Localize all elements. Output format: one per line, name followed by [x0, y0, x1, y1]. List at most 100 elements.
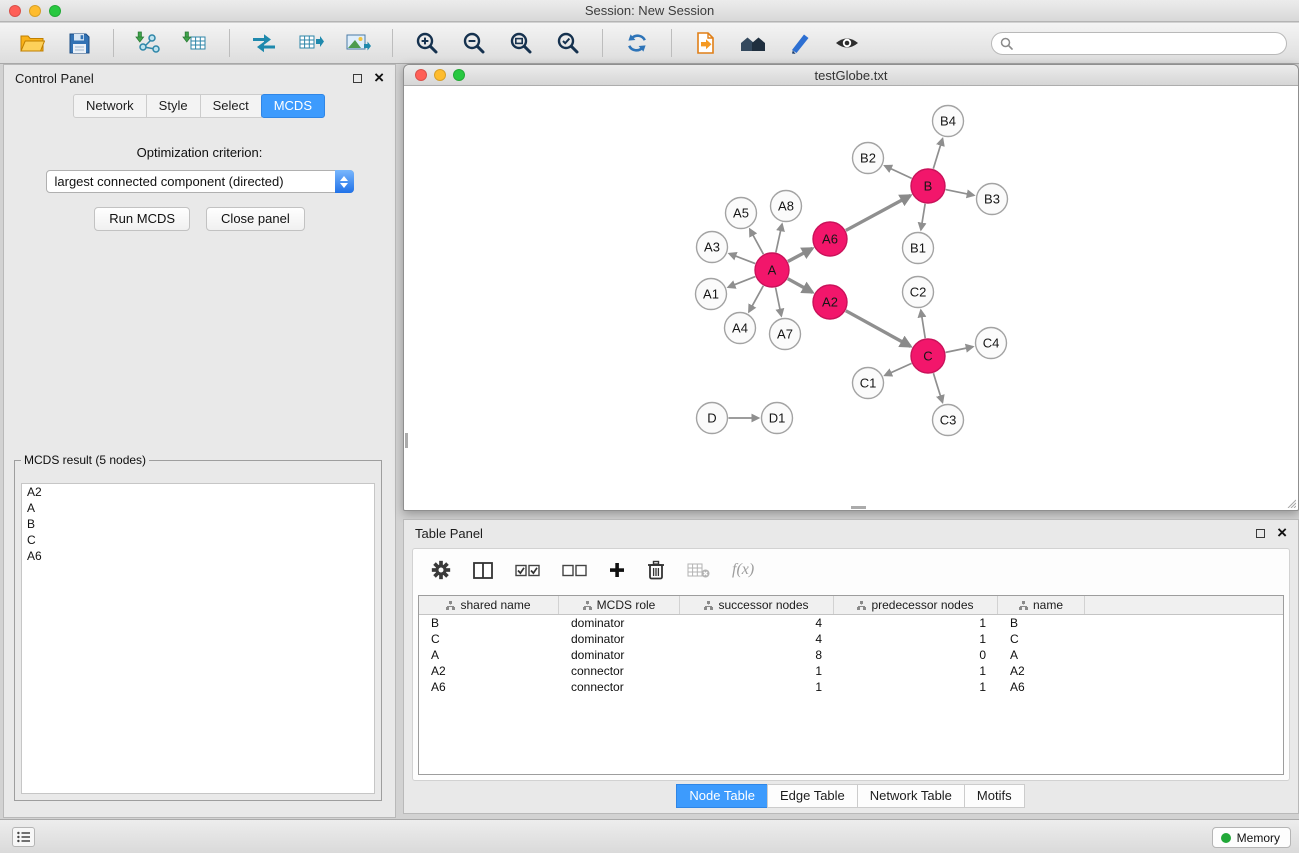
show-details-button[interactable] [827, 27, 867, 59]
table-settings-button[interactable] [431, 560, 451, 580]
table-cell[interactable]: dominator [559, 648, 680, 662]
network-node[interactable]: A3 [697, 232, 728, 263]
network-edge[interactable] [776, 224, 782, 252]
network-edge[interactable] [776, 288, 782, 316]
network-node[interactable]: C2 [903, 277, 934, 308]
table-cell[interactable]: 8 [680, 648, 834, 662]
zoom-selected-button[interactable] [548, 27, 588, 59]
result-item[interactable]: B [22, 516, 374, 532]
close-window-button[interactable] [9, 5, 21, 17]
table-cell[interactable]: 1 [680, 680, 834, 694]
delete-table-button[interactable] [687, 562, 710, 579]
column-header[interactable]: successor nodes [680, 596, 834, 614]
network-node[interactable]: D [697, 403, 728, 434]
network-edge[interactable] [933, 139, 942, 169]
network-edge[interactable] [729, 254, 755, 264]
import-network-button[interactable] [128, 27, 168, 59]
zoom-fit-button[interactable] [501, 27, 541, 59]
network-node[interactable]: B2 [853, 143, 884, 174]
network-edge[interactable] [749, 286, 763, 312]
zoom-network-window-button[interactable] [453, 69, 465, 81]
save-session-button[interactable] [59, 27, 99, 59]
table-cell[interactable]: A [998, 648, 1085, 662]
network-edge[interactable] [946, 190, 974, 196]
column-header[interactable]: MCDS role [559, 596, 680, 614]
tab-mcds[interactable]: MCDS [261, 94, 325, 118]
table-cell[interactable]: connector [559, 680, 680, 694]
table-row[interactable]: A6connector11A6 [419, 679, 1283, 695]
tab-network-table[interactable]: Network Table [857, 784, 965, 808]
network-node[interactable]: B4 [933, 106, 964, 137]
table-cell[interactable]: 4 [680, 632, 834, 646]
network-node[interactable]: A4 [725, 313, 756, 344]
network-node[interactable]: B1 [903, 233, 934, 264]
show-columns-button[interactable] [473, 562, 493, 579]
table-cell[interactable]: A6 [419, 680, 559, 694]
network-node[interactable]: B [911, 169, 945, 203]
tab-motifs[interactable]: Motifs [964, 784, 1025, 808]
search-box[interactable] [991, 32, 1287, 55]
horizontal-scroll-thumb[interactable] [851, 506, 866, 509]
close-panel-icon[interactable]: × [374, 72, 384, 84]
close-table-panel-icon[interactable]: × [1277, 527, 1287, 539]
table-row[interactable]: Cdominator41C [419, 631, 1283, 647]
network-edge[interactable] [788, 279, 813, 293]
network-node[interactable]: A5 [726, 198, 757, 229]
tab-select[interactable]: Select [200, 94, 262, 118]
network-node[interactable]: C [911, 339, 945, 373]
export-table-button[interactable] [291, 27, 331, 59]
table-cell[interactable]: 0 [834, 648, 998, 662]
network-node[interactable]: A [755, 253, 789, 287]
table-row[interactable]: Bdominator41B [419, 615, 1283, 631]
network-edge[interactable] [885, 166, 912, 179]
zoom-window-button[interactable] [49, 5, 61, 17]
network-node[interactable]: A6 [813, 222, 847, 256]
network-node[interactable]: B3 [977, 184, 1008, 215]
delete-column-button[interactable] [647, 560, 665, 580]
network-node[interactable]: D1 [762, 403, 793, 434]
network-edge[interactable] [885, 363, 912, 375]
column-header[interactable]: name [998, 596, 1085, 614]
network-node[interactable]: A1 [696, 279, 727, 310]
table-cell[interactable]: 4 [680, 616, 834, 630]
network-edge[interactable] [921, 310, 925, 338]
network-view-window[interactable]: testGlobe.txt B4 B2 B B3 A8 A5 A6 A3 B1 A C2 A1 A2 A4… [403, 64, 1299, 511]
function-builder-button[interactable]: f(x) [732, 561, 754, 579]
network-node[interactable]: A8 [771, 191, 802, 222]
vertical-scroll-thumb[interactable] [405, 433, 408, 448]
network-edge[interactable] [788, 248, 812, 261]
network-window-titlebar[interactable]: testGlobe.txt [404, 65, 1298, 86]
table-cell[interactable]: B [998, 616, 1085, 630]
table-cell[interactable]: 1 [834, 664, 998, 678]
criterion-dropdown[interactable]: largest connected component (directed) [46, 170, 354, 193]
result-item[interactable]: A2 [22, 484, 374, 500]
table-cell[interactable]: B [419, 616, 559, 630]
table-cell[interactable]: A2 [998, 664, 1085, 678]
document-export-button[interactable] [686, 27, 726, 59]
network-edge[interactable] [846, 196, 911, 231]
minimize-window-button[interactable] [29, 5, 41, 17]
table-cell[interactable]: dominator [559, 632, 680, 646]
open-session-button[interactable] [12, 27, 52, 59]
table-cell[interactable]: 1 [680, 664, 834, 678]
select-all-columns-button[interactable] [515, 564, 540, 577]
column-header[interactable]: shared name [419, 596, 559, 614]
network-edge[interactable] [846, 311, 911, 347]
zoom-in-button[interactable] [407, 27, 447, 59]
titlebar[interactable]: Session: New Session [0, 0, 1299, 22]
table-cell[interactable]: 1 [834, 632, 998, 646]
table-cell[interactable]: dominator [559, 616, 680, 630]
network-node[interactable]: C3 [933, 405, 964, 436]
minimize-network-window-button[interactable] [434, 69, 446, 81]
result-item[interactable]: A6 [22, 548, 374, 564]
network-edge[interactable] [933, 373, 942, 402]
float-panel-icon[interactable] [353, 74, 362, 83]
table-row[interactable]: A2connector11A2 [419, 663, 1283, 679]
new-network-button[interactable] [244, 27, 284, 59]
result-item[interactable]: C [22, 532, 374, 548]
column-header[interactable]: predecessor nodes [834, 596, 998, 614]
network-edge[interactable] [921, 204, 925, 230]
network-canvas[interactable]: B4B2BB3A8A5A6A3B1AC2A1A2A4A7C4CC1DD1C3 [405, 87, 1297, 509]
panel-toggle-button[interactable] [12, 827, 35, 847]
network-node[interactable]: A2 [813, 285, 847, 319]
